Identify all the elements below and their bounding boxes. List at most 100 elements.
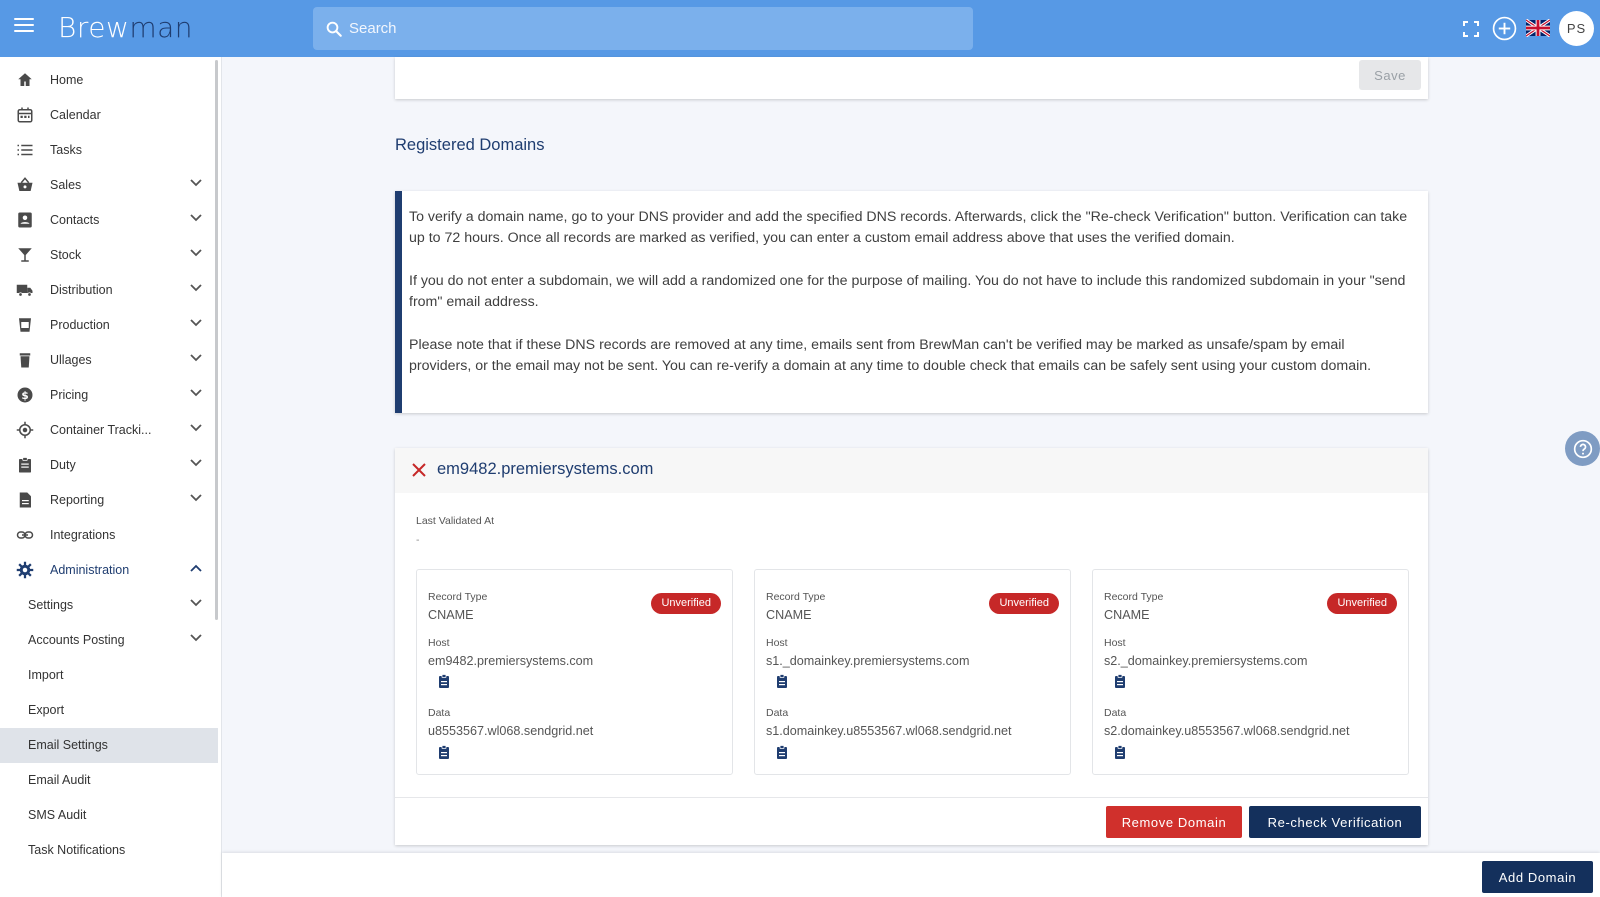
info-paragraph: To verify a domain name, go to your DNS … [409, 209, 1408, 247]
menu-icon[interactable] [14, 18, 34, 38]
sidebar-item-label: Integrations [50, 528, 116, 542]
host-label: Host [428, 637, 450, 649]
add-domain-button[interactable]: Add Domain [1482, 861, 1593, 893]
record-type-value: CNAME [766, 608, 812, 622]
help-icon [1573, 439, 1592, 458]
email-settings-card: Save [395, 57, 1428, 99]
status-badge: Unverified [989, 593, 1059, 614]
search-box[interactable] [313, 7, 973, 50]
fullscreen-icon[interactable] [1463, 21, 1479, 37]
home-icon [18, 73, 32, 86]
calendar-icon [17, 107, 33, 123]
remove-domain-button[interactable]: Remove Domain [1106, 806, 1242, 838]
sidebar-item-stock[interactable]: Stock [0, 238, 218, 273]
app-logo[interactable]: Brewman [58, 11, 193, 44]
sidebar-item-label: Contacts [50, 213, 100, 227]
sidebar-item-label: Export [28, 703, 65, 717]
sidebar-item-label: Ullages [50, 353, 92, 367]
domain-card: em9482.premiersystems.com Last Validated… [395, 448, 1428, 845]
info-paragraph: If you do not enter a subdomain, we will… [409, 272, 1406, 311]
record-type-label: Record Type [1104, 591, 1164, 603]
sidebar-item-pricing[interactable]: $ Pricing [0, 378, 218, 413]
record-type-value: CNAME [428, 608, 474, 622]
sidebar-item-label: Home [50, 73, 84, 87]
dns-record-card: Record Type CNAME Unverified Host s1._do… [754, 569, 1071, 775]
copy-clipboard-icon[interactable] [1114, 674, 1126, 688]
copy-clipboard-icon[interactable] [1114, 745, 1126, 759]
chevron-up-icon [190, 564, 202, 572]
sidebar-item-label: Email Audit [28, 773, 91, 787]
chevron-down-icon [190, 319, 202, 327]
sidebar-subitem-accounts-posting[interactable]: Accounts Posting [0, 623, 218, 658]
truck-icon [16, 284, 33, 297]
sidebar-subitem-email-settings[interactable]: Email Settings [0, 728, 218, 763]
sidebar-item-label: Task Notifications [28, 843, 126, 857]
dns-record-card: Record Type CNAME Unverified Host em9482… [416, 569, 733, 775]
card-divider [395, 797, 1428, 798]
copy-clipboard-icon[interactable] [776, 674, 788, 688]
add-circle-icon[interactable] [1492, 16, 1517, 41]
sidebar-item-sales[interactable]: Sales [0, 168, 218, 203]
sidebar-item-distribution[interactable]: Distribution [0, 273, 218, 308]
sidebar-item-label: Stock [50, 248, 82, 262]
host-value: em9482.premiersystems.com [428, 654, 594, 668]
sidebar-subitem-sms-audit[interactable]: SMS Audit [0, 798, 218, 833]
sidebar-item-label: Administration [50, 563, 130, 577]
chevron-down-icon [190, 389, 202, 397]
chevron-down-icon [190, 599, 202, 607]
avatar[interactable]: PS [1559, 11, 1594, 46]
sidebar-item-tasks[interactable]: Tasks [0, 133, 218, 168]
bottom-action-bar [222, 853, 1600, 897]
sidebar-subitem-task-notifications[interactable]: Task Notifications [0, 833, 218, 868]
close-icon [412, 463, 426, 477]
host-value: s1._domainkey.premiersystems.com [766, 654, 970, 668]
sidebar-item-calendar[interactable]: Calendar [0, 98, 218, 133]
sidebar-item-administration[interactable]: Administration [0, 553, 218, 588]
sidebar-item-reporting[interactable]: Reporting [0, 483, 218, 518]
chevron-down-icon [190, 354, 202, 362]
list-icon [17, 144, 33, 156]
sidebar-item-container-tracking[interactable]: Container Tracki... [0, 413, 218, 448]
sidebar-item-duty[interactable]: Duty [0, 448, 218, 483]
sidebar-item-ullages[interactable]: Ullages [0, 343, 218, 378]
svg-text:$: $ [21, 390, 28, 402]
host-label: Host [1104, 637, 1126, 649]
uk-flag-icon[interactable] [1526, 19, 1550, 37]
glass-icon [18, 248, 32, 262]
search-input[interactable] [349, 20, 949, 37]
sidebar-subitem-import[interactable]: Import [0, 658, 218, 693]
record-type-label: Record Type [766, 591, 826, 603]
chevron-down-icon [190, 459, 202, 467]
chevron-down-icon [190, 634, 202, 642]
sidebar-item-label: Reporting [50, 493, 105, 507]
sidebar-item-label: Import [28, 668, 64, 682]
sidebar-item-home[interactable]: Home [0, 63, 218, 98]
dns-record-card: Record Type CNAME Unverified Host s2._do… [1092, 569, 1409, 775]
copy-clipboard-icon[interactable] [438, 745, 450, 759]
data-label: Data [428, 707, 451, 719]
host-value: s2._domainkey.premiersystems.com [1104, 654, 1308, 668]
data-value: s2.domainkey.u8553567.wl068.sendgrid.net [1104, 724, 1350, 738]
sidebar-item-label: Calendar [50, 108, 101, 122]
sidebar-item-integrations[interactable]: Integrations [0, 518, 218, 553]
sidebar-subitem-settings[interactable]: Settings [0, 588, 218, 623]
sidebar-item-label: Duty [50, 458, 76, 472]
chevron-down-icon [190, 214, 202, 222]
sidebar-subitem-export[interactable]: Export [0, 693, 218, 728]
recheck-verification-button[interactable]: Re-check Verification [1249, 806, 1421, 838]
help-button[interactable] [1565, 431, 1600, 466]
sidebar-item-contacts[interactable]: Contacts [0, 203, 218, 238]
data-value: u8553567.wl068.sendgrid.net [428, 724, 594, 738]
chevron-down-icon [190, 494, 202, 502]
chevron-down-icon [190, 249, 202, 257]
status-badge: Unverified [1327, 593, 1397, 614]
cup-icon [19, 318, 31, 332]
copy-clipboard-icon[interactable] [776, 745, 788, 759]
copy-clipboard-icon[interactable] [438, 674, 450, 688]
basket-icon [17, 177, 33, 191]
sidebar-item-label: Accounts Posting [28, 633, 125, 647]
sidebar-item-production[interactable]: Production [0, 308, 218, 343]
sidebar-item-label: Production [50, 318, 110, 332]
save-button[interactable]: Save [1359, 60, 1421, 90]
sidebar-subitem-email-audit[interactable]: Email Audit [0, 763, 218, 798]
